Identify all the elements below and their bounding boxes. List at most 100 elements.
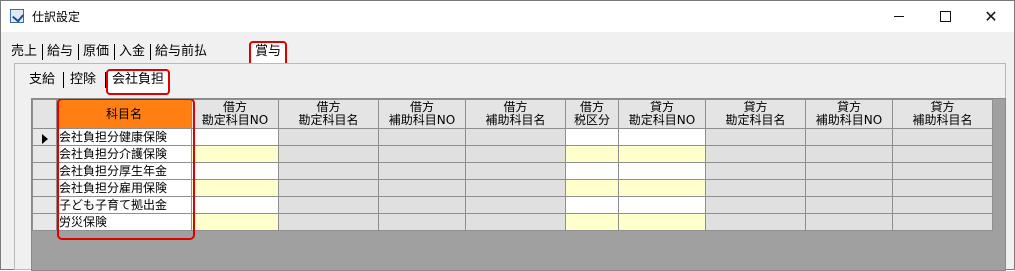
grid-cell xyxy=(465,196,566,214)
column-header[interactable]: 貸方 勘定科目名 xyxy=(705,99,806,129)
grid-cell xyxy=(278,128,379,146)
account-name-cell[interactable]: 会社負担分厚生年金 xyxy=(56,162,192,180)
table-row[interactable]: 会社負担分雇用保険 xyxy=(32,179,993,197)
credit-account-no-cell[interactable] xyxy=(618,128,706,146)
tab-deduction[interactable]: 控除 xyxy=(70,69,96,91)
app-icon xyxy=(10,9,24,23)
account-name-cell[interactable]: 会社負担分雇用保険 xyxy=(56,179,192,197)
minimize-button[interactable] xyxy=(876,1,922,32)
tab-company-burden[interactable]: 会社負担 xyxy=(106,69,171,95)
debit-account-no-cell[interactable] xyxy=(191,128,279,146)
tab-cost[interactable]: 原価 xyxy=(83,41,109,63)
grid-cell xyxy=(892,213,993,231)
account-name-cell[interactable]: 会社負担分介護保険 xyxy=(56,145,192,163)
grid-cell xyxy=(705,145,806,163)
column-header-label: 貸方 勘定科目NO xyxy=(628,100,696,127)
row-selector[interactable] xyxy=(32,162,57,180)
account-name-cell[interactable]: 労災保険 xyxy=(56,213,192,231)
account-name-cell[interactable]: 会社負担分健康保険 xyxy=(56,128,192,146)
grid-cell xyxy=(465,128,566,146)
close-button[interactable]: ✕ xyxy=(968,1,1014,32)
tab-separator xyxy=(78,44,79,60)
column-header-label: 借方 補助科目名 xyxy=(485,100,546,127)
column-header-label: 借方 補助科目NO xyxy=(388,100,456,127)
maximize-button[interactable] xyxy=(922,1,968,32)
debit-tax-cell[interactable] xyxy=(565,128,619,146)
grid-cell xyxy=(278,179,379,197)
grid-cell xyxy=(705,179,806,197)
minimize-icon xyxy=(894,16,904,17)
debit-account-no-cell[interactable] xyxy=(191,213,279,231)
column-header[interactable]: 貸方 補助科目名 xyxy=(892,99,993,129)
table-row[interactable]: 労災保険 xyxy=(32,213,993,231)
credit-account-no-cell[interactable] xyxy=(618,162,706,180)
row-selector-current[interactable] xyxy=(32,128,57,146)
grid-cell xyxy=(378,179,466,197)
debit-tax-cell[interactable] xyxy=(565,213,619,231)
row-selector[interactable] xyxy=(32,213,57,231)
journal-grid: 科目名 借方 勘定科目NO 借方 勘定科目名 借方 補助科目NO 借方 補助科目… xyxy=(31,98,1006,271)
column-header[interactable]: 貸方 補助科目NO xyxy=(805,99,893,129)
account-name-cell[interactable]: 子ども子育て拠出金 xyxy=(56,196,192,214)
column-header[interactable]: 科目名 xyxy=(56,99,192,129)
column-header[interactable]: 貸方 勘定科目NO xyxy=(618,99,706,129)
grid-cell xyxy=(892,162,993,180)
column-header[interactable]: 借方 勘定科目NO xyxy=(191,99,279,129)
tab-salary[interactable]: 給与 xyxy=(47,41,73,63)
column-header[interactable]: 借方 税区分 xyxy=(565,99,619,129)
grid-cell xyxy=(805,196,893,214)
column-header-label: 貸方 勘定科目名 xyxy=(725,100,786,127)
title-bar: 仕訳設定 ✕ xyxy=(1,1,1014,32)
table-row[interactable]: 会社負担分厚生年金 xyxy=(32,162,993,180)
row-selector[interactable] xyxy=(32,179,57,197)
debit-tax-cell[interactable] xyxy=(565,145,619,163)
column-header[interactable]: 借方 補助科目名 xyxy=(465,99,566,129)
grid-cell xyxy=(705,128,806,146)
debit-account-no-cell[interactable] xyxy=(191,162,279,180)
grid-cell xyxy=(892,196,993,214)
grid-cell xyxy=(705,162,806,180)
row-selector-header xyxy=(32,99,57,129)
debit-account-no-cell[interactable] xyxy=(191,179,279,197)
credit-account-no-cell[interactable] xyxy=(618,213,706,231)
grid-cell xyxy=(892,145,993,163)
grid-cell xyxy=(892,128,993,146)
grid-cell xyxy=(278,196,379,214)
row-selector[interactable] xyxy=(32,145,57,163)
grid-cell xyxy=(378,128,466,146)
grid-header-row: 科目名 借方 勘定科目NO 借方 勘定科目名 借方 補助科目NO 借方 補助科目… xyxy=(32,99,993,129)
credit-account-no-cell[interactable] xyxy=(618,179,706,197)
credit-account-no-cell[interactable] xyxy=(618,145,706,163)
column-header[interactable]: 借方 補助科目NO xyxy=(378,99,466,129)
column-header-label: 借方 勘定科目名 xyxy=(298,100,359,127)
credit-account-no-cell[interactable] xyxy=(618,196,706,214)
grid-cell xyxy=(705,196,806,214)
tab-deposit[interactable]: 入金 xyxy=(119,41,145,63)
tab-separator xyxy=(63,72,64,88)
grid-cell xyxy=(378,196,466,214)
debit-account-no-cell[interactable] xyxy=(191,145,279,163)
column-header[interactable]: 借方 勘定科目名 xyxy=(278,99,379,129)
table-row[interactable]: 子ども子育て拠出金 xyxy=(32,196,993,214)
tab-sales[interactable]: 売上 xyxy=(11,41,37,63)
table-row[interactable]: 会社負担分介護保険 xyxy=(32,145,993,163)
debit-tax-cell[interactable] xyxy=(565,196,619,214)
column-header-label: 借方 勘定科目NO xyxy=(201,100,269,127)
tab-payment[interactable]: 支給 xyxy=(29,69,55,91)
debit-account-no-cell[interactable] xyxy=(191,196,279,214)
current-row-arrow-icon xyxy=(42,133,48,144)
debit-tax-cell[interactable] xyxy=(565,162,619,180)
column-header-label: 貸方 補助科目NO xyxy=(815,100,883,127)
tab-separator xyxy=(42,44,43,60)
grid-cell xyxy=(278,145,379,163)
row-selector[interactable] xyxy=(32,196,57,214)
column-header-label: 貸方 補助科目名 xyxy=(912,100,973,127)
table-row[interactable]: 会社負担分健康保険 xyxy=(32,128,993,146)
grid-cell xyxy=(805,213,893,231)
debit-tax-cell[interactable] xyxy=(565,179,619,197)
tab-salary-advance[interactable]: 給与前払 xyxy=(155,41,207,63)
grid-cell xyxy=(465,162,566,180)
settings-window: 仕訳設定 ✕ 売上 給与 原価 入金 給与前払 賞与 支給 控除 会社負担 科目… xyxy=(0,0,1015,271)
grid-cell xyxy=(705,213,806,231)
grid-cell xyxy=(805,162,893,180)
